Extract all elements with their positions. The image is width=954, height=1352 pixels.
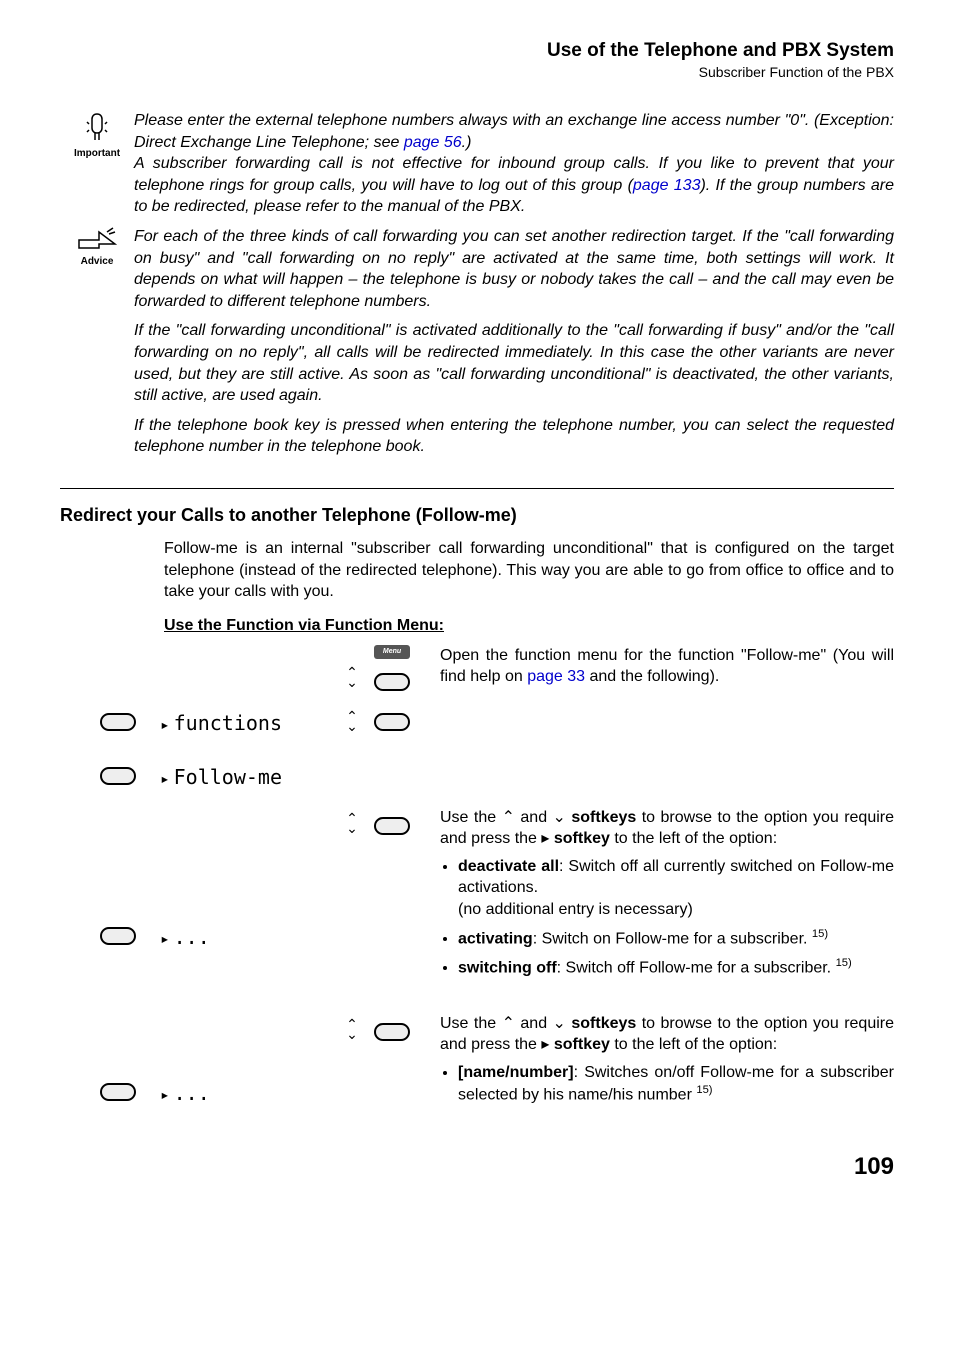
option-name-number: [name/number]: Switches on/off Follow-me…: [458, 1062, 894, 1107]
important-label: Important: [74, 148, 120, 159]
page-header-title: Use of the Telephone and PBX System: [60, 40, 894, 62]
lcd-ellipsis: ...: [160, 1081, 210, 1105]
softkey-left[interactable]: [100, 927, 136, 945]
softkey-right[interactable]: [374, 673, 410, 691]
option-switching-off: switching off: Switch off Follow-me for …: [458, 956, 894, 979]
section-intro: Follow-me is an internal "subscriber cal…: [164, 538, 894, 603]
lcd-functions: functions: [160, 711, 282, 735]
menu-key[interactable]: Menu: [374, 645, 410, 659]
softkey-right[interactable]: [374, 817, 410, 835]
lcd-ellipsis: ...: [160, 925, 210, 949]
softkey-left[interactable]: [100, 713, 136, 731]
browse-options-text: Use the ⌃ and ⌄ softkeys to browse to th…: [440, 807, 894, 1007]
advice-text: For each of the three kinds of call forw…: [134, 226, 894, 458]
page-header-subtitle: Subscriber Function of the PBX: [60, 64, 894, 80]
up-down-arrows-icon: ⌃⌄: [344, 667, 360, 687]
page-number: 109: [60, 1153, 894, 1181]
softkey-left[interactable]: [100, 1083, 136, 1101]
softkey-right[interactable]: [374, 713, 410, 731]
up-down-arrows-icon: ⌃⌄: [344, 813, 360, 833]
option-activating: activating: Switch on Follow-me for a su…: [458, 927, 894, 950]
option-deactivate-all: deactivate all: Switch off all currently…: [458, 856, 894, 921]
step-open-menu-text: Open the function menu for the function …: [440, 645, 894, 693]
advice-icon: [77, 226, 117, 254]
page-133-link[interactable]: page 133: [633, 177, 701, 194]
important-icon: [79, 110, 115, 146]
section-divider: [60, 488, 894, 489]
up-down-arrows-icon: ⌃⌄: [344, 711, 360, 731]
softkey-right[interactable]: [374, 1023, 410, 1041]
up-down-arrows-icon: ⌃⌄: [344, 1019, 360, 1039]
function-menu-subheading: Use the Function via Function Menu:: [164, 617, 894, 635]
lcd-follow-me: Follow-me: [160, 765, 282, 789]
important-text: Please enter the external telephone numb…: [134, 110, 894, 218]
section-heading: Redirect your Calls to another Telephone…: [60, 505, 894, 526]
page-33-link[interactable]: page 33: [527, 668, 585, 685]
page-56-link[interactable]: page 56: [404, 134, 462, 151]
softkey-left[interactable]: [100, 767, 136, 785]
advice-label: Advice: [81, 256, 114, 267]
browse-name-number-text: Use the ⌃ and ⌄ softkeys to browse to th…: [440, 1013, 894, 1123]
